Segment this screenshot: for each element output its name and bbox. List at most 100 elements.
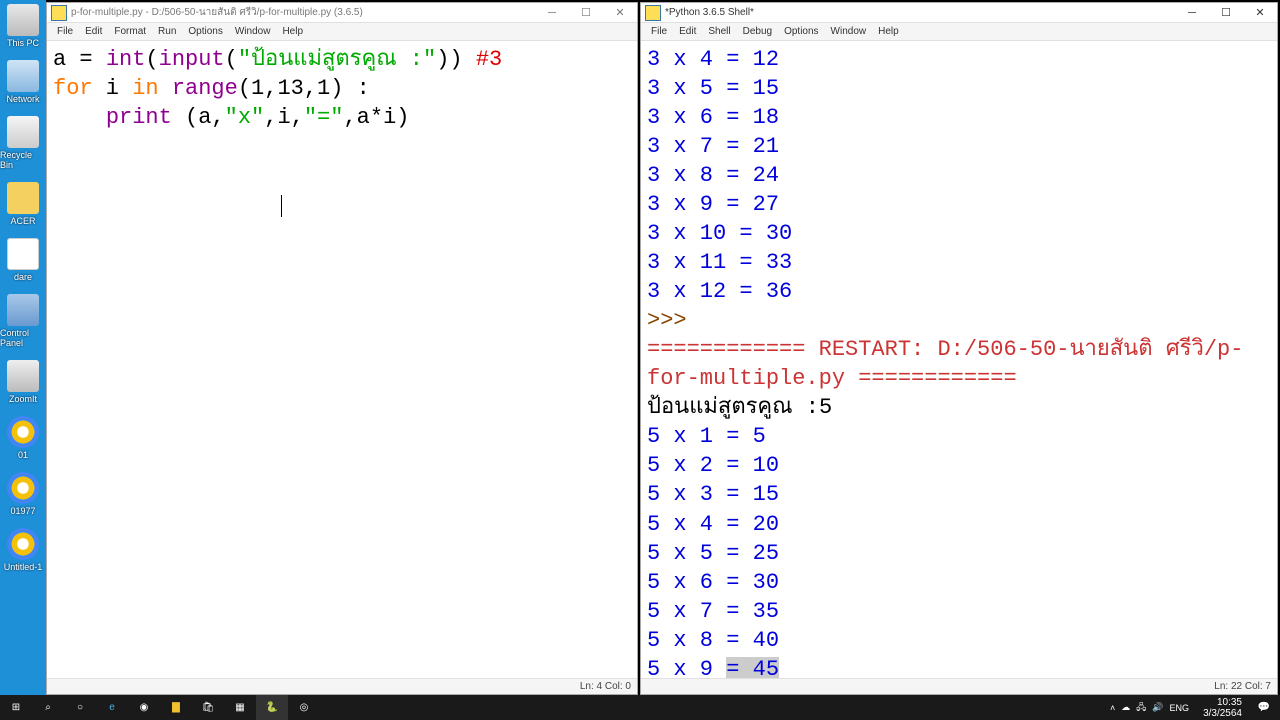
menu-shell[interactable]: Shell [702, 24, 736, 39]
shell-line: for-multiple.py ============ [647, 364, 1271, 393]
minimize-button[interactable]: ─ [535, 3, 569, 23]
menu-file[interactable]: File [645, 24, 673, 39]
menu-edit[interactable]: Edit [673, 24, 702, 39]
desktop-item-01[interactable]: 01 [0, 416, 46, 460]
desktop-label: 01 [18, 450, 28, 460]
close-button[interactable]: ✕ [603, 3, 637, 23]
shell-line: 5 x 5 = 25 [647, 539, 1271, 568]
code-line: for i in range(1,13,1) : [53, 74, 631, 103]
shell-line: 3 x 9 = 27 [647, 190, 1271, 219]
desktop-item-zoomit[interactable]: ZoomIt [0, 360, 46, 404]
desktop-icon [7, 4, 39, 36]
desktop-label: ZoomIt [9, 394, 37, 404]
desktop-label: Untitled-1 [4, 562, 43, 572]
shell-line: 3 x 6 = 18 [647, 103, 1271, 132]
desktop-item-untitled-1[interactable]: Untitled-1 [0, 528, 46, 572]
desktop-icon [7, 182, 39, 214]
desktop-label: ACER [10, 216, 35, 226]
editor-content[interactable]: a = int(input("ป้อนแม่สูตรคูณ :")) #3 fo… [47, 41, 637, 678]
text-cursor [281, 195, 282, 217]
shell-statusbar: Ln: 22 Col: 7 [641, 678, 1277, 694]
desktop-item-control-panel[interactable]: Control Panel [0, 294, 46, 348]
desktop-item-this-pc[interactable]: This PC [0, 4, 46, 48]
desktop-item-01977[interactable]: 01977 [0, 472, 46, 516]
menu-debug[interactable]: Debug [737, 24, 778, 39]
menu-window[interactable]: Window [825, 24, 873, 39]
close-button[interactable]: ✕ [1243, 3, 1277, 23]
menu-help[interactable]: Help [872, 24, 905, 39]
shell-line: 3 x 8 = 24 [647, 161, 1271, 190]
desktop-icon [7, 116, 39, 148]
system-tray[interactable]: ˄ ☁ 🖧 🔊 ENG [1102, 700, 1197, 716]
python-icon [51, 5, 67, 21]
volume-icon[interactable]: 🔊 [1152, 702, 1163, 713]
menu-format[interactable]: Format [108, 24, 152, 39]
idle-shell-window: *Python 3.6.5 Shell* ─ ☐ ✕ FileEditShell… [640, 2, 1278, 695]
shell-line: 5 x 3 = 15 [647, 480, 1271, 509]
menu-run[interactable]: Run [152, 24, 182, 39]
minimize-button[interactable]: ─ [1175, 3, 1209, 23]
editor-statusbar: Ln: 4 Col: 0 [47, 678, 637, 694]
desktop-label: dare [14, 272, 32, 282]
shell-line: 3 x 11 = 33 [647, 248, 1271, 277]
onedrive-icon[interactable]: ☁ [1121, 702, 1130, 713]
desktop-label: Network [6, 94, 39, 104]
taskbar-clock[interactable]: 10:353/3/2564 [1197, 697, 1248, 719]
maximize-button[interactable]: ☐ [1209, 3, 1243, 23]
menu-options[interactable]: Options [182, 24, 228, 39]
idle-editor-window: p-for-multiple.py - D:/506-50-นายสันติ ศ… [46, 2, 638, 695]
code-line: print (a,"x",i,"=",a*i) [53, 103, 631, 132]
edge-icon[interactable]: e [96, 695, 128, 720]
shell-line: 5 x 2 = 10 [647, 451, 1271, 480]
desktop-label: 01977 [10, 506, 35, 516]
editor-titlebar[interactable]: p-for-multiple.py - D:/506-50-นายสันติ ศ… [47, 3, 637, 23]
shell-line: 3 x 7 = 21 [647, 132, 1271, 161]
editor-menubar: FileEditFormatRunOptionsWindowHelp [47, 23, 637, 41]
shell-line: 5 x 4 = 20 [647, 510, 1271, 539]
menu-file[interactable]: File [51, 24, 79, 39]
shell-line: ============ RESTART: D:/506-50-นายสันติ… [647, 335, 1271, 364]
desktop-label: This PC [7, 38, 39, 48]
desktop-icon [7, 416, 39, 448]
code-line: a = int(input("ป้อนแม่สูตรคูณ :")) #3 [53, 45, 631, 74]
desktop: This PC Network Recycle Bin ACER dare Control… [0, 0, 46, 695]
python-icon [645, 5, 661, 21]
cortana-button[interactable]: ○ [64, 695, 96, 720]
desktop-icon [7, 528, 39, 560]
shell-line: >>> [647, 306, 1271, 335]
obs-icon[interactable]: ◎ [288, 695, 320, 720]
shell-title: *Python 3.6.5 Shell* [665, 7, 1175, 18]
desktop-item-acer[interactable]: ACER [0, 182, 46, 226]
taskbar: ⊞ ⌕ ○ e ◉ ▇ 🛍 ▦ 🐍 ◎ ˄ ☁ 🖧 🔊 ENG 10:353/3… [0, 695, 1280, 720]
search-button[interactable]: ⌕ [32, 695, 64, 720]
menu-options[interactable]: Options [778, 24, 824, 39]
desktop-item-network[interactable]: Network [0, 60, 46, 104]
shell-line: 3 x 5 = 15 [647, 74, 1271, 103]
idle-taskbar-icon[interactable]: 🐍 [256, 695, 288, 720]
shell-line: 5 x 9 = 45 [647, 655, 1271, 678]
shell-line: 3 x 10 = 30 [647, 219, 1271, 248]
shell-titlebar[interactable]: *Python 3.6.5 Shell* ─ ☐ ✕ [641, 3, 1277, 23]
desktop-icon [7, 60, 39, 92]
chrome-icon[interactable]: ◉ [128, 695, 160, 720]
shell-line: 5 x 7 = 35 [647, 597, 1271, 626]
app-icon[interactable]: ▦ [224, 695, 256, 720]
tray-chevron-icon[interactable]: ˄ [1110, 703, 1115, 713]
desktop-icon [7, 360, 39, 392]
desktop-item-dare[interactable]: dare [0, 238, 46, 282]
explorer-icon[interactable]: ▇ [160, 695, 192, 720]
language-indicator[interactable]: ENG [1170, 703, 1190, 713]
menu-help[interactable]: Help [276, 24, 309, 39]
desktop-item-recycle-bin[interactable]: Recycle Bin [0, 116, 46, 170]
shell-content[interactable]: 3 x 4 = 123 x 5 = 153 x 6 = 183 x 7 = 21… [641, 41, 1277, 678]
menu-window[interactable]: Window [229, 24, 277, 39]
start-button[interactable]: ⊞ [0, 695, 32, 720]
notifications-button[interactable]: 💬 [1248, 695, 1280, 720]
shell-line: 3 x 12 = 36 [647, 277, 1271, 306]
maximize-button[interactable]: ☐ [569, 3, 603, 23]
menu-edit[interactable]: Edit [79, 24, 108, 39]
desktop-icon [7, 294, 39, 326]
network-icon[interactable]: 🖧 [1136, 700, 1146, 716]
store-icon[interactable]: 🛍 [192, 695, 224, 720]
shell-line: 5 x 6 = 30 [647, 568, 1271, 597]
